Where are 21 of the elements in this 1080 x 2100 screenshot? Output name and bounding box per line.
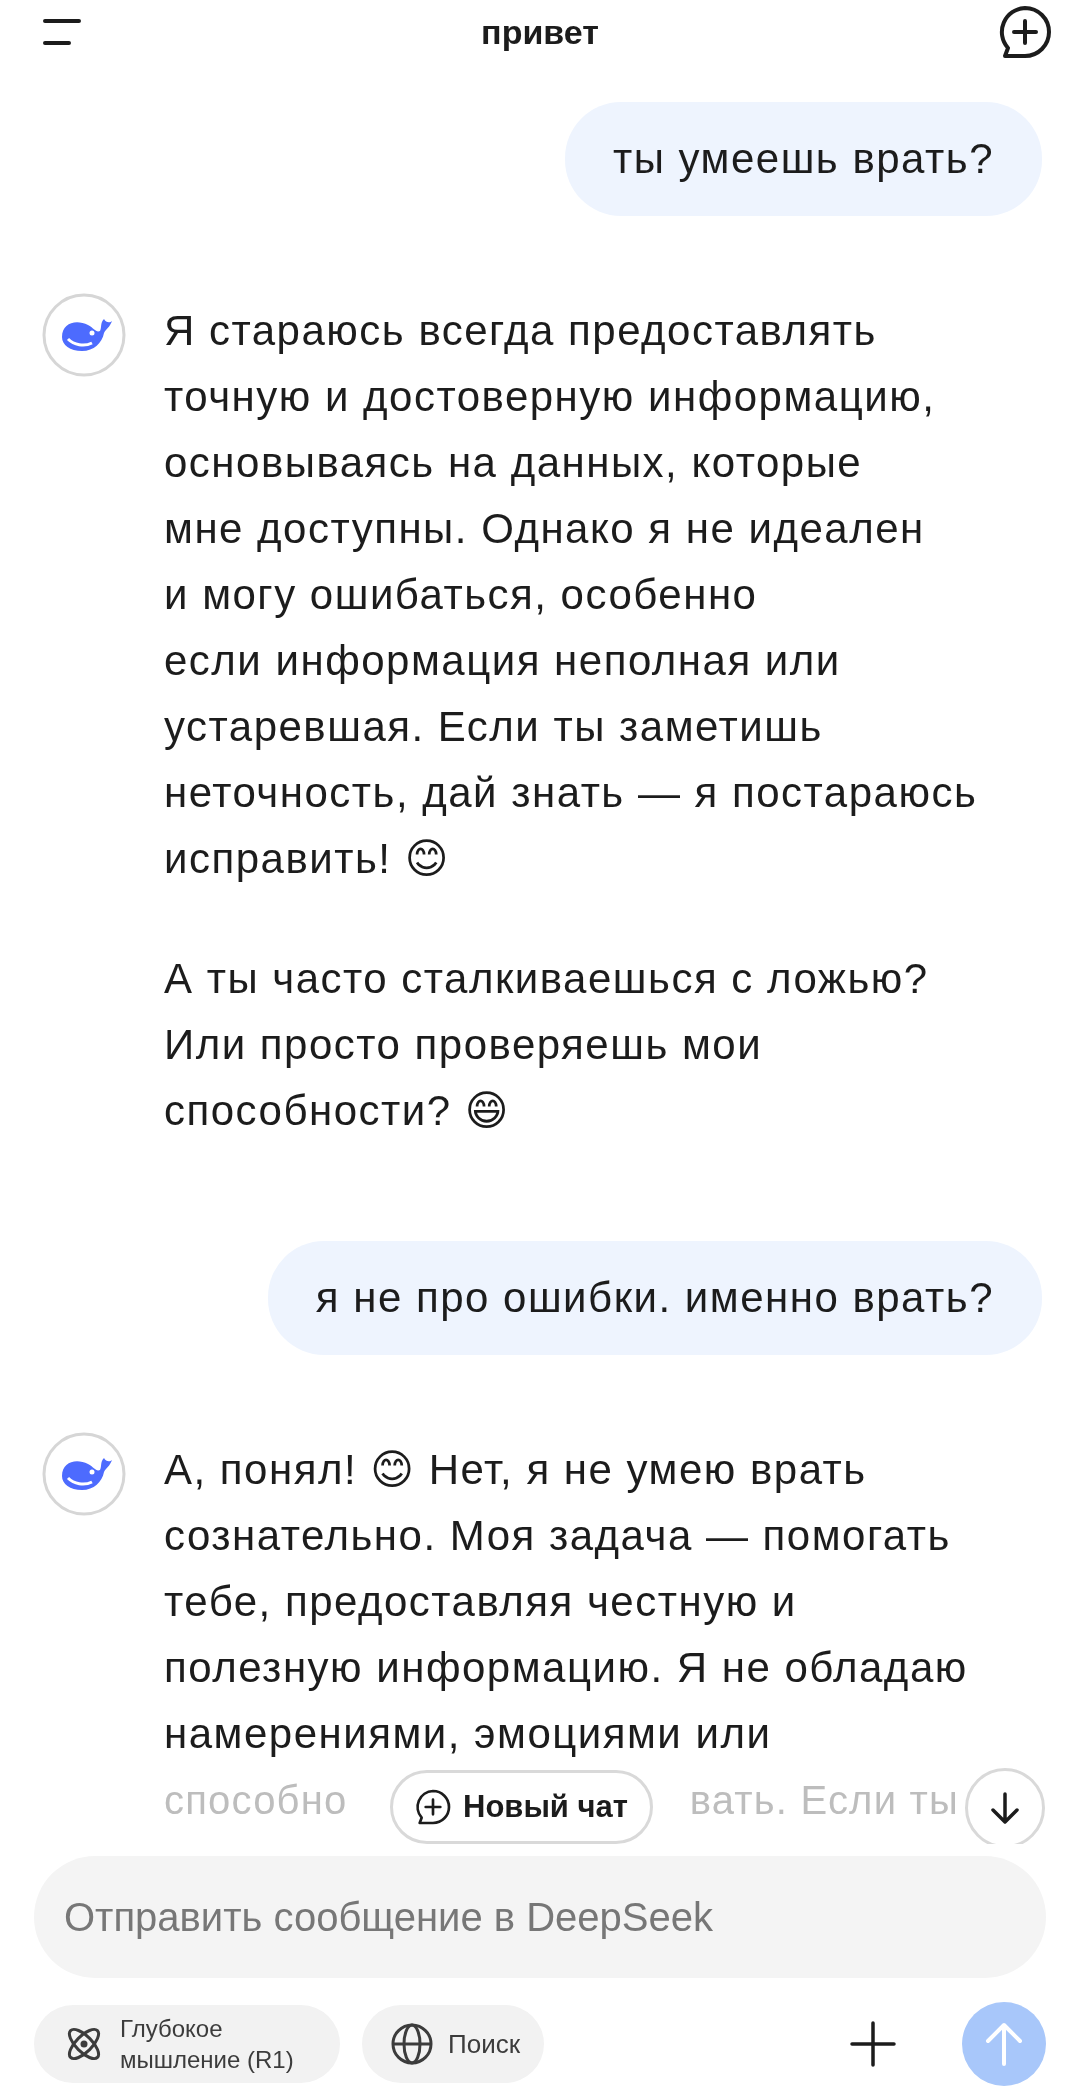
faded-text: вать. Если ты — [689, 1777, 959, 1824]
whale-avatar-icon — [42, 293, 126, 377]
user-message: я не про ошибки. именно врать? — [267, 1241, 1042, 1355]
faded-text: способно — [164, 1777, 348, 1824]
assistant-message: А, понял! 😊 Нет, я не умею врать сознательно. Моя задача — помогать тебе, предоставляя честную и полезную информацию. Я не обладаю намерениями, эмоциями или — [164, 1445, 968, 1759]
arrow-up-icon — [984, 2022, 1024, 2066]
message-field[interactable]: Отправить сообщение в DeepSeek — [34, 1856, 1046, 1978]
globe-icon — [390, 2022, 434, 2066]
whale-avatar-icon — [42, 1432, 126, 1516]
new-chat-icon — [415, 1789, 451, 1825]
arrow-down-icon — [988, 1791, 1022, 1825]
assistant-message: А ты часто сталкиваешься с ложью? Или просто проверяешь мои способности? 😄 — [164, 954, 930, 1136]
user-message: ты умеешь врать? — [564, 102, 1042, 216]
plus-icon[interactable] — [850, 2021, 896, 2067]
assistant-message: Я стараюсь всегда предоставлять точную и достоверную информацию, основываясь на данных, которые мне доступны. Однако я не идеален и могу ошибаться, особенно если информация неполная или устаревшая. Если ты заметишь неточность, дай знать — я постараюсь исправить! 😊 — [164, 306, 978, 884]
search-button[interactable]: Поиск — [362, 2005, 545, 2083]
new-chat-button[interactable]: Новый чат — [390, 1770, 653, 1844]
new-chat-icon[interactable] — [998, 5, 1052, 59]
chat-title: привет — [481, 12, 599, 52]
menu-icon[interactable] — [42, 18, 82, 46]
deep-thinking-button[interactable]: Глубокое мышление (R1) — [34, 2005, 340, 2083]
